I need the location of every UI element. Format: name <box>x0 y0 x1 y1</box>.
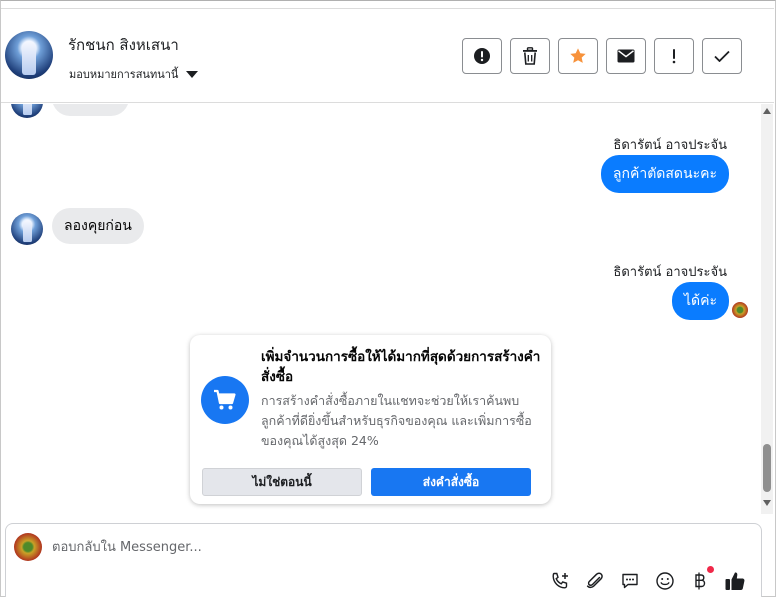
trash-icon <box>523 47 537 65</box>
reply-composer <box>5 523 762 597</box>
incoming-message: ตอนนี้ไม่ <box>52 104 129 116</box>
not-now-button[interactable]: ไม่ใช่ตอนนี้ <box>202 468 362 496</box>
chat-bubble-icon[interactable] <box>618 569 642 593</box>
spam-button[interactable] <box>462 38 502 74</box>
delete-button[interactable] <box>510 38 550 74</box>
seen-avatar <box>732 302 748 318</box>
contact-avatar-small <box>11 213 43 245</box>
outgoing-message: ได้ค่ะ <box>671 282 729 320</box>
notification-dot <box>707 566 714 573</box>
emoji-icon[interactable] <box>653 569 677 593</box>
thread-scrollbar[interactable] <box>761 104 773 514</box>
create-order-card: เพิ่มจำนวนการซื้อให้ได้มากที่สุดด้วยการส… <box>190 335 551 504</box>
page-avatar <box>14 533 42 561</box>
card-description: การสร้างคำสั่งซื้อภายในแชทจะช่วยให้เราค้… <box>261 393 532 448</box>
cart-icon <box>201 376 249 424</box>
check-icon <box>714 50 730 62</box>
contact-name[interactable]: รักชนก สิงหเสนา <box>68 33 179 57</box>
star-button[interactable] <box>558 38 598 74</box>
send-order-button[interactable]: ส่งคำสั่งซื้อ <box>371 468 531 496</box>
assign-conversation-dropdown[interactable]: มอบหมายการสนทนานี้ <box>69 65 199 83</box>
card-title: เพิ่มจำนวนการซื้อให้ได้มากที่สุดด้วยการส… <box>261 349 541 385</box>
envelope-icon <box>617 49 635 63</box>
exclamation-icon <box>672 49 676 64</box>
sender-name: ธิดารัตน์ อาจประจัน <box>613 138 727 153</box>
reply-input[interactable] <box>52 537 652 557</box>
done-button[interactable] <box>702 38 742 74</box>
contact-avatar[interactable] <box>5 31 53 79</box>
thumbs-up-icon[interactable] <box>723 569 747 593</box>
incoming-message: ลองคุยก่อน <box>52 208 144 244</box>
composer-tools <box>548 566 747 593</box>
conversation-header: รักชนก สิงหเสนา มอบหมายการสนทนานี้ <box>1 8 774 103</box>
caret-down-icon <box>186 70 199 78</box>
phone-add-icon[interactable] <box>548 569 572 593</box>
header-actions <box>462 38 742 74</box>
scroll-up-arrow-icon[interactable] <box>763 108 771 114</box>
follow-up-button[interactable] <box>654 38 694 74</box>
outgoing-message: ลูกค้าตัดสดนะคะ <box>600 155 729 193</box>
scrollbar-thumb[interactable] <box>763 444 771 492</box>
alert-circle-icon <box>474 48 490 64</box>
message-thread: ตอนนี้ไม่ ธิดารัตน์ อาจประจัน ลูกค้าตัดส… <box>1 104 761 517</box>
sender-name: ธิดารัตน์ อาจประจัน <box>613 265 727 280</box>
contact-avatar-small <box>11 104 43 118</box>
mark-unread-button[interactable] <box>606 38 646 74</box>
assign-label: มอบหมายการสนทนานี้ <box>69 68 179 81</box>
baht-icon[interactable] <box>688 566 714 593</box>
star-icon <box>570 48 586 63</box>
scroll-down-arrow-icon[interactable] <box>763 500 771 506</box>
paperclip-icon[interactable] <box>583 569 607 593</box>
